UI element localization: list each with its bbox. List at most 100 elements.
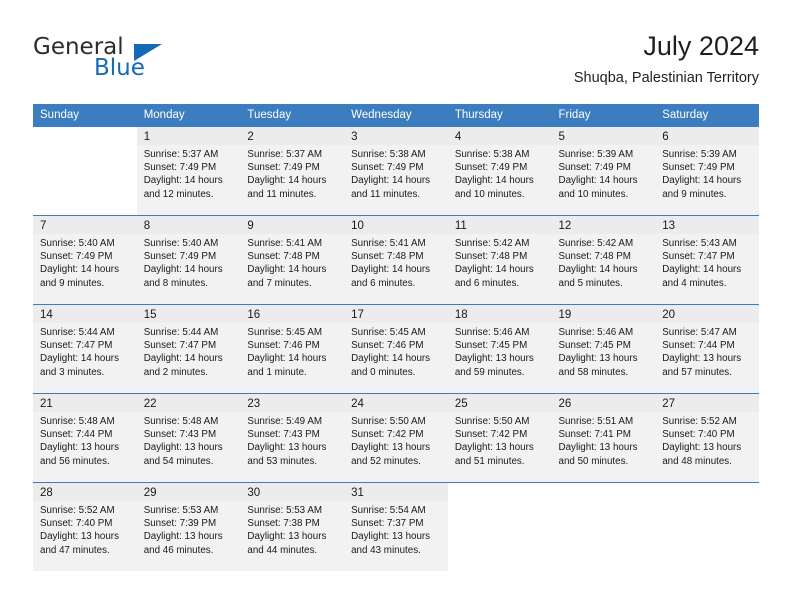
calendar-day-cell[interactable]: 4 Sunrise: 5:38 AM Sunset: 7:49 PM Daylight… xyxy=(447,126,552,215)
sunrise-text: Sunrise: 5:45 AM xyxy=(247,327,323,338)
day-number: 4 xyxy=(447,127,552,145)
calendar-day-cell[interactable]: 22 Sunrise: 5:48 AM Sunset: 7:43 PM Dayligh… xyxy=(136,393,241,482)
sunrise-text: Sunrise: 5:54 AM xyxy=(351,505,426,516)
day-details: Sunrise: 5:39 AM Sunset: 7:49 PM Daylight:… xyxy=(552,145,656,201)
day-details: Sunrise: 5:49 AM Sunset: 7:43 PM Daylight:… xyxy=(240,412,344,468)
day-details: Sunrise: 5:37 AM Sunset: 7:49 PM Daylight:… xyxy=(137,145,241,201)
day-cell-inner: 2 Sunrise: 5:37 AM Sunset: 7:49 PM Daylight… xyxy=(240,126,345,215)
calendar-day-cell[interactable]: 18 Sunrise: 5:46 AM Sunset: 7:45 PM Dayligh… xyxy=(447,304,552,393)
daylight-text: and 11 minutes. xyxy=(247,188,317,200)
calendar-day-cell[interactable]: 8 Sunrise: 5:40 AM Sunset: 7:49 PM Daylight… xyxy=(136,215,241,304)
day-cell-inner: 8 Sunrise: 5:40 AM Sunset: 7:49 PM Daylight… xyxy=(136,215,241,304)
sunrise-text: Sunrise: 5:39 AM xyxy=(662,149,737,160)
day-details: Sunrise: 5:44 AM Sunset: 7:47 PM Daylight:… xyxy=(33,323,137,379)
calendar-day-cell[interactable]: 7 Sunrise: 5:40 AM Sunset: 7:49 PM Daylight… xyxy=(33,215,137,304)
calendar-day-cell[interactable]: 2 Sunrise: 5:37 AM Sunset: 7:49 PM Daylight… xyxy=(240,126,345,215)
day-number: 14 xyxy=(33,305,137,323)
sunrise-text: Sunrise: 5:38 AM xyxy=(454,149,530,160)
sunrise-text: Sunrise: 5:40 AM xyxy=(40,238,115,249)
sunset-text: Sunset: 7:42 PM xyxy=(351,429,424,441)
sunrise-text: Sunrise: 5:41 AM xyxy=(351,238,426,249)
daylight-text: Daylight: 13 hours xyxy=(662,442,742,454)
day-number: 16 xyxy=(240,305,345,323)
calendar-day-cell[interactable]: 25 Sunrise: 5:50 AM Sunset: 7:42 PM Dayligh… xyxy=(447,393,552,482)
daylight-text: Daylight: 13 hours xyxy=(143,442,223,454)
calendar-day-cell[interactable]: 19 Sunrise: 5:46 AM Sunset: 7:45 PM Dayligh… xyxy=(551,304,656,393)
calendar-day-cell[interactable]: 16 Sunrise: 5:45 AM Sunset: 7:46 PM Dayligh… xyxy=(240,304,345,393)
day-details: Sunrise: 5:41 AM Sunset: 7:48 PM Daylight:… xyxy=(240,234,344,290)
sunset-text: Sunset: 7:45 PM xyxy=(558,340,631,352)
day-details: Sunrise: 5:53 AM Sunset: 7:38 PM Daylight:… xyxy=(240,501,344,557)
daylight-text: and 43 minutes. xyxy=(351,544,421,556)
sunset-text: Sunset: 7:46 PM xyxy=(351,340,424,352)
sunset-text: Sunset: 7:49 PM xyxy=(351,162,424,174)
calendar-day-cell[interactable]: 12 Sunrise: 5:42 AM Sunset: 7:48 PM Dayligh… xyxy=(551,215,656,304)
calendar-day-cell[interactable]: 24 Sunrise: 5:50 AM Sunset: 7:42 PM Dayligh… xyxy=(344,393,448,482)
daylight-text: Daylight: 14 hours xyxy=(247,264,327,276)
daylight-text: Daylight: 14 hours xyxy=(40,353,119,365)
day-number: 21 xyxy=(33,394,137,412)
daylight-text: and 4 minutes. xyxy=(662,277,727,289)
daylight-text: Daylight: 14 hours xyxy=(351,175,431,187)
day-details: Sunrise: 5:46 AM Sunset: 7:45 PM Daylight:… xyxy=(552,323,656,379)
calendar-day-cell[interactable]: 30 Sunrise: 5:53 AM Sunset: 7:38 PM Dayligh… xyxy=(240,482,345,571)
day-cell-inner: 28 Sunrise: 5:52 AM Sunset: 7:40 PM Dayligh… xyxy=(33,482,137,571)
daylight-text: Daylight: 14 hours xyxy=(454,264,534,276)
daylight-text: Daylight: 13 hours xyxy=(247,442,327,454)
calendar-body: 1 Sunrise: 5:37 AM Sunset: 7:49 PM Daylight… xyxy=(33,126,759,571)
day-number: 15 xyxy=(136,305,241,323)
day-number: 3 xyxy=(344,127,448,145)
sunrise-text: Sunrise: 5:43 AM xyxy=(662,238,737,249)
calendar-empty-cell xyxy=(447,482,552,571)
calendar-day-cell[interactable]: 10 Sunrise: 5:41 AM Sunset: 7:48 PM Dayligh… xyxy=(344,215,448,304)
day-cell-inner: 1 Sunrise: 5:37 AM Sunset: 7:49 PM Daylight… xyxy=(136,126,241,215)
calendar-day-cell[interactable]: 28 Sunrise: 5:52 AM Sunset: 7:40 PM Dayligh… xyxy=(33,482,137,571)
daylight-text: and 57 minutes. xyxy=(662,366,732,378)
calendar-day-cell[interactable]: 6 Sunrise: 5:39 AM Sunset: 7:49 PM Daylight… xyxy=(655,126,759,215)
sunset-text: Sunset: 7:49 PM xyxy=(662,162,735,174)
sunrise-text: Sunrise: 5:44 AM xyxy=(40,327,115,338)
calendar-day-cell[interactable]: 27 Sunrise: 5:52 AM Sunset: 7:40 PM Dayligh… xyxy=(655,393,759,482)
sunrise-text: Sunrise: 5:37 AM xyxy=(143,149,219,160)
day-cell-inner xyxy=(33,126,137,215)
day-cell-inner xyxy=(655,482,759,571)
calendar-day-cell[interactable]: 21 Sunrise: 5:48 AM Sunset: 7:44 PM Dayligh… xyxy=(33,393,137,482)
day-details: Sunrise: 5:40 AM Sunset: 7:49 PM Daylight:… xyxy=(137,234,241,290)
daylight-text: Daylight: 13 hours xyxy=(662,353,742,365)
day-number: 12 xyxy=(551,216,656,234)
day-details: Sunrise: 5:40 AM Sunset: 7:49 PM Daylight:… xyxy=(33,234,137,290)
calendar-day-cell[interactable]: 14 Sunrise: 5:44 AM Sunset: 7:47 PM Dayligh… xyxy=(33,304,137,393)
day-details: Sunrise: 5:39 AM Sunset: 7:49 PM Daylight:… xyxy=(655,145,759,201)
sunset-text: Sunset: 7:49 PM xyxy=(143,251,217,263)
calendar-day-cell[interactable]: 13 Sunrise: 5:43 AM Sunset: 7:47 PM Dayligh… xyxy=(655,215,759,304)
day-cell-inner: 27 Sunrise: 5:52 AM Sunset: 7:40 PM Dayligh… xyxy=(655,393,759,482)
calendar-day-cell[interactable]: 9 Sunrise: 5:41 AM Sunset: 7:48 PM Daylight… xyxy=(240,215,345,304)
day-cell-inner: 7 Sunrise: 5:40 AM Sunset: 7:49 PM Daylight… xyxy=(33,215,137,304)
day-details: Sunrise: 5:42 AM Sunset: 7:48 PM Daylight:… xyxy=(552,234,656,290)
sunset-text: Sunset: 7:48 PM xyxy=(558,251,631,263)
calendar-day-cell[interactable]: 20 Sunrise: 5:47 AM Sunset: 7:44 PM Dayligh… xyxy=(655,304,759,393)
calendar-day-cell[interactable]: 17 Sunrise: 5:45 AM Sunset: 7:46 PM Dayligh… xyxy=(344,304,448,393)
daylight-text: and 46 minutes. xyxy=(143,544,214,556)
day-number: 20 xyxy=(655,305,759,323)
calendar-day-cell[interactable]: 23 Sunrise: 5:49 AM Sunset: 7:43 PM Dayligh… xyxy=(240,393,345,482)
sunset-text: Sunset: 7:42 PM xyxy=(454,429,528,441)
calendar-empty-cell xyxy=(655,482,759,571)
daylight-text: Daylight: 14 hours xyxy=(247,175,327,187)
calendar-day-cell[interactable]: 31 Sunrise: 5:54 AM Sunset: 7:37 PM Dayligh… xyxy=(344,482,448,571)
sunset-text: Sunset: 7:44 PM xyxy=(662,340,735,352)
calendar-day-cell[interactable]: 11 Sunrise: 5:42 AM Sunset: 7:48 PM Dayligh… xyxy=(447,215,552,304)
calendar-day-cell[interactable]: 29 Sunrise: 5:53 AM Sunset: 7:39 PM Dayligh… xyxy=(136,482,241,571)
calendar-day-cell[interactable]: 15 Sunrise: 5:44 AM Sunset: 7:47 PM Dayligh… xyxy=(136,304,241,393)
calendar-day-cell[interactable]: 5 Sunrise: 5:39 AM Sunset: 7:49 PM Daylight… xyxy=(551,126,656,215)
calendar-day-cell[interactable]: 26 Sunrise: 5:51 AM Sunset: 7:41 PM Dayligh… xyxy=(551,393,656,482)
calendar-day-cell[interactable]: 1 Sunrise: 5:37 AM Sunset: 7:49 PM Daylight… xyxy=(136,126,241,215)
daylight-text: Daylight: 13 hours xyxy=(143,531,223,543)
day-details: Sunrise: 5:48 AM Sunset: 7:44 PM Daylight:… xyxy=(33,412,137,468)
sunset-text: Sunset: 7:48 PM xyxy=(247,251,320,263)
daylight-text: Daylight: 14 hours xyxy=(40,264,119,276)
weekday-header-saturday: Saturday xyxy=(655,104,759,126)
day-details: Sunrise: 5:45 AM Sunset: 7:46 PM Daylight:… xyxy=(344,323,448,379)
day-number: 27 xyxy=(655,394,759,412)
calendar-day-cell[interactable]: 3 Sunrise: 5:38 AM Sunset: 7:49 PM Daylight… xyxy=(344,126,448,215)
